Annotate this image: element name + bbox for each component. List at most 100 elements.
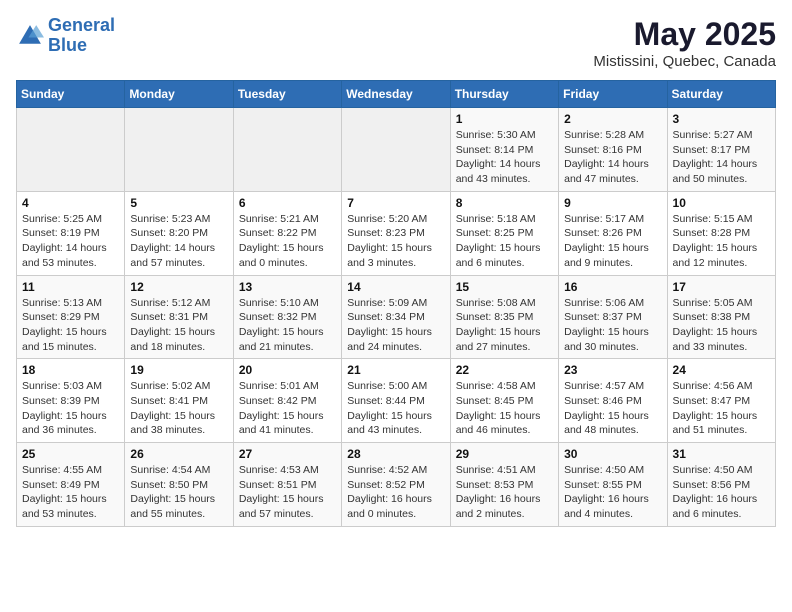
day-number: 31 xyxy=(673,447,770,461)
calendar-header: SundayMondayTuesdayWednesdayThursdayFrid… xyxy=(17,81,776,108)
calendar-cell: 31 Sunrise: 4:50 AM Sunset: 8:56 PM Dayli… xyxy=(667,443,775,527)
day-number: 27 xyxy=(239,447,336,461)
day-number: 26 xyxy=(130,447,227,461)
logo-icon xyxy=(16,22,44,50)
page-subtitle: Mistissini, Quebec, Canada xyxy=(593,53,776,70)
day-info: Sunrise: 5:00 AM Sunset: 8:44 PM Dayligh… xyxy=(347,379,444,438)
calendar-cell xyxy=(342,108,450,192)
calendar-cell: 8Sunrise: 5:18 AM Sunset: 8:25 PM Daylig… xyxy=(450,191,558,275)
calendar-week-5: 25 Sunrise: 4:55 AM Sunset: 8:49 PM Dayli… xyxy=(17,443,776,527)
day-number: 4 xyxy=(22,196,119,210)
day-info: Sunrise: 5:28 AM Sunset: 8:16 PM Dayligh… xyxy=(564,128,661,187)
day-info: Sunrise: 5:30 AM Sunset: 8:14 PM Dayligh… xyxy=(456,128,553,187)
logo: General Blue xyxy=(16,16,115,56)
calendar-cell: 11Sunrise: 5:13 AM Sunset: 8:29 PM Dayli… xyxy=(17,275,125,359)
day-info: Sunrise: 4:51 AM Sunset: 8:53 PM Dayligh… xyxy=(456,463,553,522)
day-info: Sunrise: 5:10 AM Sunset: 8:32 PM Dayligh… xyxy=(239,296,336,355)
calendar-cell xyxy=(17,108,125,192)
day-number: 22 xyxy=(456,363,553,377)
day-info: Sunrise: 4:52 AM Sunset: 8:52 PM Dayligh… xyxy=(347,463,444,522)
day-info: Sunrise: 5:27 AM Sunset: 8:17 PM Dayligh… xyxy=(673,128,770,187)
day-number: 7 xyxy=(347,196,444,210)
calendar-cell: 23 Sunrise: 4:57 AM Sunset: 8:46 PM Dayli… xyxy=(559,359,667,443)
calendar-cell: 1 Sunrise: 5:30 AM Sunset: 8:14 PM Daylig… xyxy=(450,108,558,192)
calendar-cell: 17Sunrise: 5:05 AM Sunset: 8:38 PM Dayli… xyxy=(667,275,775,359)
header-day-saturday: Saturday xyxy=(667,81,775,108)
day-number: 15 xyxy=(456,280,553,294)
day-info: Sunrise: 5:21 AM Sunset: 8:22 PM Dayligh… xyxy=(239,212,336,271)
day-info: Sunrise: 4:50 AM Sunset: 8:55 PM Dayligh… xyxy=(564,463,661,522)
day-info: Sunrise: 5:12 AM Sunset: 8:31 PM Dayligh… xyxy=(130,296,227,355)
day-info: Sunrise: 5:18 AM Sunset: 8:25 PM Dayligh… xyxy=(456,212,553,271)
calendar-cell: 16 Sunrise: 5:06 AM Sunset: 8:37 PM Dayli… xyxy=(559,275,667,359)
day-number: 30 xyxy=(564,447,661,461)
day-number: 2 xyxy=(564,112,661,126)
calendar-cell: 27 Sunrise: 4:53 AM Sunset: 8:51 PM Dayli… xyxy=(233,443,341,527)
header-day-sunday: Sunday xyxy=(17,81,125,108)
day-number: 6 xyxy=(239,196,336,210)
day-number: 13 xyxy=(239,280,336,294)
calendar-cell: 12 Sunrise: 5:12 AM Sunset: 8:31 PM Dayli… xyxy=(125,275,233,359)
day-number: 16 xyxy=(564,280,661,294)
calendar-cell xyxy=(125,108,233,192)
calendar-cell: 2 Sunrise: 5:28 AM Sunset: 8:16 PM Daylig… xyxy=(559,108,667,192)
calendar-cell: 19Sunrise: 5:02 AM Sunset: 8:41 PM Dayli… xyxy=(125,359,233,443)
day-info: Sunrise: 4:56 AM Sunset: 8:47 PM Dayligh… xyxy=(673,379,770,438)
day-number: 25 xyxy=(22,447,119,461)
day-info: Sunrise: 5:13 AM Sunset: 8:29 PM Dayligh… xyxy=(22,296,119,355)
calendar-cell: 20 Sunrise: 5:01 AM Sunset: 8:42 PM Dayli… xyxy=(233,359,341,443)
day-number: 10 xyxy=(673,196,770,210)
calendar-cell: 15Sunrise: 5:08 AM Sunset: 8:35 PM Dayli… xyxy=(450,275,558,359)
day-number: 12 xyxy=(130,280,227,294)
calendar-cell: 21 Sunrise: 5:00 AM Sunset: 8:44 PM Dayli… xyxy=(342,359,450,443)
day-info: Sunrise: 5:01 AM Sunset: 8:42 PM Dayligh… xyxy=(239,379,336,438)
calendar-week-1: 1 Sunrise: 5:30 AM Sunset: 8:14 PM Daylig… xyxy=(17,108,776,192)
day-info: Sunrise: 4:50 AM Sunset: 8:56 PM Dayligh… xyxy=(673,463,770,522)
calendar-cell: 13 Sunrise: 5:10 AM Sunset: 8:32 PM Dayli… xyxy=(233,275,341,359)
day-info: Sunrise: 4:57 AM Sunset: 8:46 PM Dayligh… xyxy=(564,379,661,438)
day-number: 21 xyxy=(347,363,444,377)
calendar-cell: 25 Sunrise: 4:55 AM Sunset: 8:49 PM Dayli… xyxy=(17,443,125,527)
page-title: May 2025 xyxy=(593,16,776,53)
day-info: Sunrise: 5:06 AM Sunset: 8:37 PM Dayligh… xyxy=(564,296,661,355)
day-number: 1 xyxy=(456,112,553,126)
calendar-cell: 5Sunrise: 5:23 AM Sunset: 8:20 PM Daylig… xyxy=(125,191,233,275)
header-row: SundayMondayTuesdayWednesdayThursdayFrid… xyxy=(17,81,776,108)
logo-line2: Blue xyxy=(48,35,87,55)
calendar-cell: 28 Sunrise: 4:52 AM Sunset: 8:52 PM Dayli… xyxy=(342,443,450,527)
day-number: 23 xyxy=(564,363,661,377)
day-info: Sunrise: 5:20 AM Sunset: 8:23 PM Dayligh… xyxy=(347,212,444,271)
calendar-cell: 9 Sunrise: 5:17 AM Sunset: 8:26 PM Daylig… xyxy=(559,191,667,275)
day-number: 9 xyxy=(564,196,661,210)
day-number: 14 xyxy=(347,280,444,294)
calendar-cell: 3 Sunrise: 5:27 AM Sunset: 8:17 PM Daylig… xyxy=(667,108,775,192)
day-info: Sunrise: 5:17 AM Sunset: 8:26 PM Dayligh… xyxy=(564,212,661,271)
calendar-cell: 26Sunrise: 4:54 AM Sunset: 8:50 PM Dayli… xyxy=(125,443,233,527)
day-info: Sunrise: 5:02 AM Sunset: 8:41 PM Dayligh… xyxy=(130,379,227,438)
day-info: Sunrise: 4:53 AM Sunset: 8:51 PM Dayligh… xyxy=(239,463,336,522)
calendar-cell: 29Sunrise: 4:51 AM Sunset: 8:53 PM Dayli… xyxy=(450,443,558,527)
logo-line1: General xyxy=(48,15,115,35)
day-info: Sunrise: 4:55 AM Sunset: 8:49 PM Dayligh… xyxy=(22,463,119,522)
day-number: 20 xyxy=(239,363,336,377)
calendar-cell: 4 Sunrise: 5:25 AM Sunset: 8:19 PM Daylig… xyxy=(17,191,125,275)
day-number: 17 xyxy=(673,280,770,294)
header-day-tuesday: Tuesday xyxy=(233,81,341,108)
header-day-thursday: Thursday xyxy=(450,81,558,108)
header-day-wednesday: Wednesday xyxy=(342,81,450,108)
day-number: 28 xyxy=(347,447,444,461)
calendar-cell: 30 Sunrise: 4:50 AM Sunset: 8:55 PM Dayli… xyxy=(559,443,667,527)
calendar-cell: 18Sunrise: 5:03 AM Sunset: 8:39 PM Dayli… xyxy=(17,359,125,443)
day-info: Sunrise: 5:03 AM Sunset: 8:39 PM Dayligh… xyxy=(22,379,119,438)
calendar-table: SundayMondayTuesdayWednesdayThursdayFrid… xyxy=(16,80,776,527)
calendar-body: 1 Sunrise: 5:30 AM Sunset: 8:14 PM Daylig… xyxy=(17,108,776,527)
logo-text: General Blue xyxy=(48,16,115,56)
day-number: 3 xyxy=(673,112,770,126)
title-block: May 2025 Mistissini, Quebec, Canada xyxy=(593,16,776,70)
day-info: Sunrise: 5:15 AM Sunset: 8:28 PM Dayligh… xyxy=(673,212,770,271)
day-info: Sunrise: 4:58 AM Sunset: 8:45 PM Dayligh… xyxy=(456,379,553,438)
day-number: 24 xyxy=(673,363,770,377)
calendar-cell: 10 Sunrise: 5:15 AM Sunset: 8:28 PM Dayli… xyxy=(667,191,775,275)
day-number: 5 xyxy=(130,196,227,210)
day-info: Sunrise: 5:25 AM Sunset: 8:19 PM Dayligh… xyxy=(22,212,119,271)
